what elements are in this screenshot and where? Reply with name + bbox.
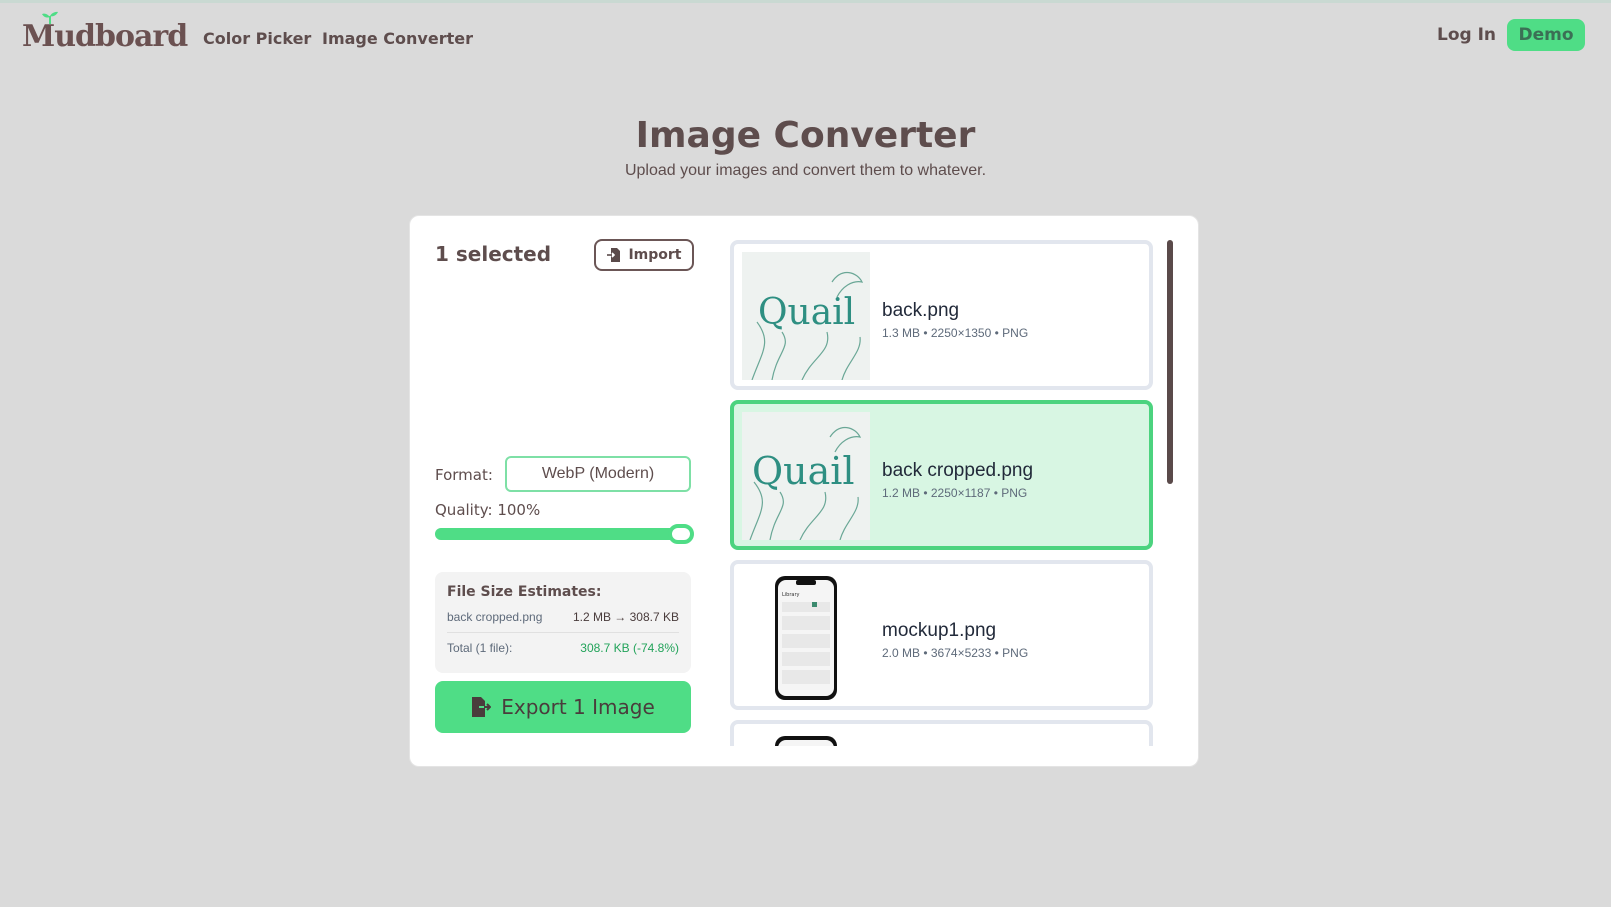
nav-color-picker[interactable]: Color Picker (203, 29, 311, 48)
image-thumbnail (742, 732, 870, 746)
estimate-total-row: Total (1 file): 308.7 KB (-74.8%) (447, 641, 679, 655)
estimate-file-name: back cropped.png (447, 610, 543, 624)
export-button[interactable]: Export 1 Image (435, 681, 691, 733)
import-button[interactable]: Import (594, 239, 694, 271)
export-label: Export 1 Image (501, 695, 655, 719)
estimate-row: back cropped.png 1.2 MB → 308.7 KB (447, 610, 679, 624)
login-link[interactable]: Log In (1437, 25, 1496, 45)
image-name: back.png (882, 300, 960, 321)
image-name: back cropped.png (882, 460, 1034, 481)
image-card-back[interactable]: Quail back.png 1.3 MB • 2250×1350 • PNG (730, 240, 1153, 390)
file-export-icon (472, 697, 492, 717)
thumb-text: Library (782, 592, 800, 598)
image-list[interactable]: Quail back.png 1.3 MB • 2250×1350 • PNG … (730, 240, 1180, 746)
estimate-file-value: 1.2 MB → 308.7 KB (572, 610, 679, 624)
image-meta: 2.0 MB • 3674×5233 • PNG (882, 646, 1029, 660)
logo[interactable]: Mudboard (22, 11, 188, 54)
image-thumbnail: Quail (742, 412, 870, 540)
quality-label: Quality: 100% (435, 501, 541, 519)
quality-slider[interactable] (435, 524, 694, 544)
import-label: Import (628, 247, 682, 263)
thumb-text: Quail (758, 292, 855, 333)
page-title: Image Converter (635, 115, 976, 156)
estimate-total-value: 308.7 KB (-74.8%) (580, 641, 679, 655)
quality-slider-thumb[interactable] (668, 524, 694, 544)
converter-card: 1 selected Import Format: WebP (Modern) … (409, 215, 1199, 767)
estimate-total-label: Total (1 file): (447, 641, 513, 655)
page-subtitle: Upload your images and convert them to w… (624, 162, 987, 179)
demo-button[interactable]: Demo (1507, 19, 1585, 51)
image-meta: 1.2 MB • 2250×1187 • PNG (882, 486, 1028, 500)
image-name: mockup1.png (882, 620, 997, 641)
sprout-icon (42, 11, 58, 24)
file-size-estimates: File Size Estimates: back cropped.png 1.… (435, 572, 691, 673)
selected-count: 1 selected (435, 242, 552, 266)
thumb-text: Quail (752, 449, 855, 493)
logo-text: Mudboard (22, 19, 188, 54)
image-thumbnail: Quail (742, 252, 870, 380)
top-navbar: Mudboard Color Picker Image Converter Lo… (0, 3, 1611, 71)
list-scrollbar[interactable] (1167, 240, 1173, 484)
image-card-mockup1[interactable]: Library mockup1.png 2.0 MB • 3674×5233 •… (730, 560, 1153, 710)
image-card-back-cropped[interactable]: Quail back cropped.png 1.2 MB • 2250×118… (730, 400, 1153, 550)
estimates-divider (447, 632, 679, 633)
nav-image-converter[interactable]: Image Converter (322, 29, 473, 48)
estimates-title: File Size Estimates: (447, 584, 602, 600)
image-card-partial[interactable] (730, 720, 1153, 746)
format-label: Format: (435, 466, 493, 484)
image-thumbnail: Library (742, 572, 870, 700)
file-import-icon (607, 248, 621, 262)
format-select[interactable]: WebP (Modern) (505, 456, 691, 492)
quality-slider-fill (435, 528, 681, 540)
image-meta: 1.3 MB • 2250×1350 • PNG (882, 326, 1029, 340)
